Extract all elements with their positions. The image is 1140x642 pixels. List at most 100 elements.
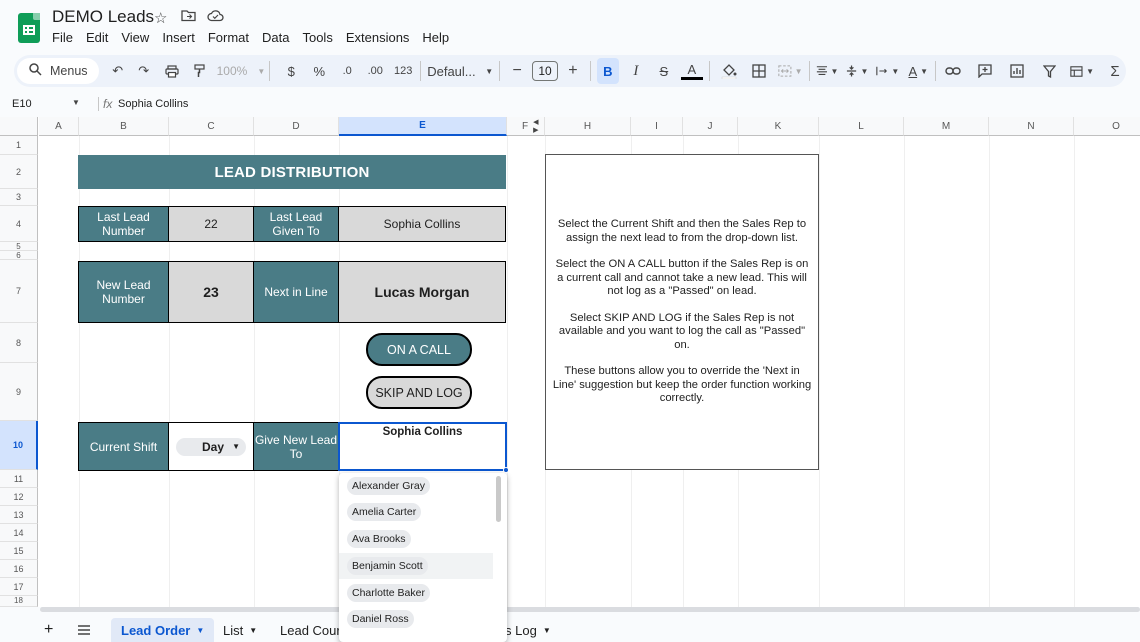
column-header[interactable]: L <box>819 117 904 136</box>
column-header[interactable]: M <box>904 117 989 136</box>
row-header[interactable]: 11 <box>0 470 38 488</box>
new-lead-number-label[interactable]: New Lead Number <box>78 261 169 323</box>
dropdown-scrollbar[interactable] <box>496 476 501 522</box>
all-sheets-icon[interactable] <box>77 618 91 642</box>
row-header[interactable]: 7 <box>0 260 38 323</box>
currency-format-button[interactable]: $ <box>280 58 302 84</box>
cloud-saved-icon[interactable] <box>207 9 224 26</box>
sheets-logo-icon[interactable] <box>18 13 40 43</box>
column-header[interactable]: O <box>1074 117 1140 136</box>
row-header[interactable]: 6 <box>0 251 38 260</box>
redo-icon[interactable]: ↷ <box>133 58 155 84</box>
row-header[interactable]: 18 <box>0 596 38 607</box>
column-header[interactable]: I <box>631 117 683 136</box>
decrease-font-size-icon[interactable]: − <box>506 58 528 84</box>
row-header[interactable]: 12 <box>0 488 38 506</box>
filter-icon[interactable] <box>1038 58 1060 84</box>
dropdown-option[interactable]: Daniel Ross <box>339 606 493 632</box>
document-title[interactable]: DEMO Leads <box>52 7 154 27</box>
last-lead-number-value[interactable]: 22 <box>168 206 254 242</box>
increase-font-size-icon[interactable]: + <box>562 58 584 84</box>
column-header[interactable]: J <box>683 117 738 136</box>
column-header[interactable]: B <box>79 117 169 136</box>
sheet-tab-log[interactable]: s Log ▼ <box>505 618 551 642</box>
text-rotation-icon[interactable]: A ▼ <box>907 58 929 84</box>
dropdown-option-hovered[interactable]: Benjamin Scott <box>339 553 493 579</box>
menu-edit[interactable]: Edit <box>86 30 114 45</box>
sheet-tab-list[interactable]: List ▼ <box>223 618 257 642</box>
print-icon[interactable] <box>161 58 183 84</box>
menu-data[interactable]: Data <box>262 30 295 45</box>
select-all-corner[interactable] <box>0 117 38 136</box>
on-a-call-button[interactable]: ON A CALL <box>366 333 472 366</box>
insert-chart-icon[interactable] <box>1006 58 1028 84</box>
last-lead-given-to-label[interactable]: Last Lead Given To <box>253 206 339 242</box>
row-header[interactable]: 2 <box>0 155 38 189</box>
row-header[interactable]: 14 <box>0 524 38 542</box>
increase-decimal-button[interactable]: .00 <box>364 58 386 84</box>
column-header[interactable]: F ◀ ▶ <box>507 117 545 136</box>
menu-file[interactable]: File <box>52 30 79 45</box>
italic-button[interactable]: I <box>625 58 647 84</box>
sheet-tab-lead-order[interactable]: Lead Order ▼ <box>111 618 215 642</box>
next-in-line-label[interactable]: Next in Line <box>253 261 339 323</box>
filter-views-icon[interactable]: ▼ <box>1070 58 1094 84</box>
give-new-lead-to-value[interactable]: Sophia Collins <box>338 422 507 471</box>
menu-insert[interactable]: Insert <box>162 30 201 45</box>
star-icon[interactable]: ☆ <box>154 9 167 27</box>
hidden-columns-icon[interactable]: ◀ ▶ <box>533 118 544 134</box>
row-header[interactable]: 17 <box>0 578 38 596</box>
current-shift-cell[interactable]: Day ▼ <box>168 422 254 471</box>
font-size-input[interactable]: 10 <box>532 58 558 84</box>
new-lead-number-value[interactable]: 23 <box>168 261 254 323</box>
column-header-selected[interactable]: E <box>339 117 507 136</box>
add-sheet-icon[interactable]: + <box>44 618 53 642</box>
undo-icon[interactable]: ↶ <box>107 58 129 84</box>
dropdown-option[interactable]: Charlotte Baker <box>339 580 493 606</box>
menu-view[interactable]: View <box>121 30 155 45</box>
font-family-select[interactable]: Defaul... ▼ <box>427 58 493 84</box>
borders-icon[interactable] <box>748 58 770 84</box>
row-header[interactable]: 9 <box>0 363 38 421</box>
text-wrapping-icon[interactable]: ▼ <box>876 58 899 84</box>
search-menus[interactable]: Menus <box>17 58 99 84</box>
column-header[interactable]: C <box>169 117 254 136</box>
row-header[interactable]: 4 <box>0 206 38 242</box>
number-format-button[interactable]: 123 <box>392 58 414 84</box>
row-header[interactable]: 3 <box>0 189 38 206</box>
insert-comment-icon[interactable] <box>974 58 996 84</box>
last-lead-given-to-value[interactable]: Sophia Collins <box>338 206 506 242</box>
current-shift-dropdown[interactable]: Day ▼ <box>176 437 246 456</box>
row-header[interactable]: 16 <box>0 560 38 578</box>
percent-format-button[interactable]: % <box>308 58 330 84</box>
menu-help[interactable]: Help <box>422 30 455 45</box>
skip-and-log-button[interactable]: SKIP AND LOG <box>366 376 472 409</box>
paint-format-icon[interactable] <box>189 58 211 84</box>
column-header[interactable]: D <box>254 117 339 136</box>
dropdown-option[interactable]: Alexander Gray <box>339 473 493 499</box>
menu-format[interactable]: Format <box>208 30 255 45</box>
move-folder-icon[interactable] <box>181 9 196 26</box>
decrease-decimal-button[interactable]: .0 <box>336 58 358 84</box>
dropdown-option[interactable]: Ava Brooks <box>339 526 493 552</box>
fill-color-icon[interactable] <box>718 58 740 84</box>
functions-icon[interactable]: Σ <box>1104 58 1126 84</box>
column-header[interactable]: A <box>39 117 79 136</box>
column-header[interactable]: K <box>738 117 819 136</box>
column-header[interactable]: N <box>989 117 1074 136</box>
fill-handle[interactable] <box>503 467 509 473</box>
zoom-select[interactable]: 100% ▼ <box>217 58 266 84</box>
vertical-align-icon[interactable]: ▼ <box>846 58 868 84</box>
menu-extensions[interactable]: Extensions <box>346 30 416 45</box>
lead-distribution-banner[interactable]: LEAD DISTRIBUTION <box>78 155 506 189</box>
column-header[interactable]: H <box>545 117 631 136</box>
menu-tools[interactable]: Tools <box>302 30 338 45</box>
dropdown-option[interactable]: Amelia Carter <box>339 499 493 525</box>
text-color-icon[interactable]: A <box>680 62 703 80</box>
row-header-selected[interactable]: 10 <box>0 421 38 470</box>
insert-link-icon[interactable] <box>942 58 964 84</box>
sales-rep-dropdown-list[interactable]: Alexander Gray Amelia Carter Ava Brooks … <box>339 473 507 642</box>
horizontal-align-icon[interactable]: ▼ <box>816 58 838 84</box>
current-shift-label[interactable]: Current Shift <box>78 422 169 471</box>
give-new-lead-to-label[interactable]: Give New Lead To <box>253 422 339 471</box>
